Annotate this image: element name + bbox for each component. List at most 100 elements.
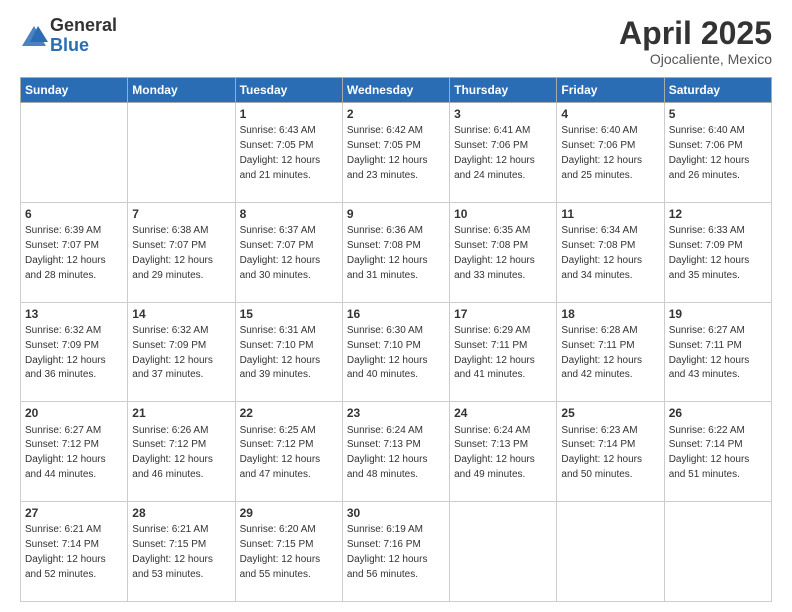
calendar-cell: 28 Sunrise: 6:21 AM Sunset: 7:15 PM Dayli…	[128, 502, 235, 602]
title-block: April 2025 Ojocaliente, Mexico	[619, 16, 772, 67]
day-number: 3	[454, 106, 552, 122]
day-number: 30	[347, 505, 445, 521]
weekday-header: Tuesday	[235, 78, 342, 103]
logo-icon	[20, 22, 48, 50]
calendar-cell: 8 Sunrise: 6:37 AM Sunset: 7:07 PM Daylig…	[235, 202, 342, 302]
calendar-cell: 27Sunrise: 6:21 AM Sunset: 7:14 PM Dayli…	[21, 502, 128, 602]
calendar-cell	[21, 103, 128, 203]
calendar-cell: 16 Sunrise: 6:30 AM Sunset: 7:10 PM Dayli…	[342, 302, 449, 402]
calendar-cell: 3Sunrise: 6:41 AM Sunset: 7:06 PM Daylig…	[450, 103, 557, 203]
day-info: Sunrise: 6:30 AM Sunset: 7:10 PM Dayligh…	[347, 325, 430, 381]
day-info: Sunrise: 6:38 AM Sunset: 7:07 PM Dayligh…	[132, 225, 215, 281]
day-info: Sunrise: 6:32 AM Sunset: 7:09 PM Dayligh…	[25, 325, 108, 381]
location: Ojocaliente, Mexico	[619, 51, 772, 67]
day-info: Sunrise: 6:33 AM Sunset: 7:09 PM Dayligh…	[669, 225, 752, 281]
calendar-cell: 1 Sunrise: 6:43 AM Sunset: 7:05 PM Daylig…	[235, 103, 342, 203]
day-info: Sunrise: 6:35 AM Sunset: 7:08 PM Dayligh…	[454, 225, 537, 281]
day-number: 24	[454, 405, 552, 421]
day-info: Sunrise: 6:24 AM Sunset: 7:13 PM Dayligh…	[454, 425, 537, 481]
day-info: Sunrise: 6:26 AM Sunset: 7:12 PM Dayligh…	[132, 425, 215, 481]
calendar-cell: 17Sunrise: 6:29 AM Sunset: 7:11 PM Dayli…	[450, 302, 557, 402]
day-number: 22	[240, 405, 338, 421]
day-info: Sunrise: 6:36 AM Sunset: 7:08 PM Dayligh…	[347, 225, 430, 281]
day-info: Sunrise: 6:29 AM Sunset: 7:11 PM Dayligh…	[454, 325, 537, 381]
calendar-cell: 6 Sunrise: 6:39 AM Sunset: 7:07 PM Daylig…	[21, 202, 128, 302]
day-number: 10	[454, 206, 552, 222]
calendar-week-row: 1 Sunrise: 6:43 AM Sunset: 7:05 PM Daylig…	[21, 103, 772, 203]
month-title: April 2025	[619, 16, 772, 51]
logo-general: General	[50, 16, 117, 36]
day-info: Sunrise: 6:23 AM Sunset: 7:14 PM Dayligh…	[561, 425, 644, 481]
calendar-cell: 18 Sunrise: 6:28 AM Sunset: 7:11 PM Dayli…	[557, 302, 664, 402]
day-number: 23	[347, 405, 445, 421]
day-info: Sunrise: 6:37 AM Sunset: 7:07 PM Dayligh…	[240, 225, 323, 281]
day-number: 18	[561, 306, 659, 322]
calendar-cell: 26Sunrise: 6:22 AM Sunset: 7:14 PM Dayli…	[664, 402, 771, 502]
day-number: 7	[132, 206, 230, 222]
calendar-cell: 25 Sunrise: 6:23 AM Sunset: 7:14 PM Dayli…	[557, 402, 664, 502]
day-info: Sunrise: 6:39 AM Sunset: 7:07 PM Dayligh…	[25, 225, 108, 281]
day-number: 20	[25, 405, 123, 421]
day-info: Sunrise: 6:19 AM Sunset: 7:16 PM Dayligh…	[347, 524, 430, 580]
weekday-header: Friday	[557, 78, 664, 103]
calendar-cell: 9 Sunrise: 6:36 AM Sunset: 7:08 PM Daylig…	[342, 202, 449, 302]
day-info: Sunrise: 6:34 AM Sunset: 7:08 PM Dayligh…	[561, 225, 644, 281]
calendar-cell: 23 Sunrise: 6:24 AM Sunset: 7:13 PM Dayli…	[342, 402, 449, 502]
calendar-cell: 19Sunrise: 6:27 AM Sunset: 7:11 PM Dayli…	[664, 302, 771, 402]
day-number: 16	[347, 306, 445, 322]
day-number: 8	[240, 206, 338, 222]
day-info: Sunrise: 6:27 AM Sunset: 7:11 PM Dayligh…	[669, 325, 752, 381]
weekday-header: Sunday	[21, 78, 128, 103]
day-info: Sunrise: 6:25 AM Sunset: 7:12 PM Dayligh…	[240, 425, 323, 481]
day-number: 13	[25, 306, 123, 322]
weekday-header: Monday	[128, 78, 235, 103]
calendar-cell: 11 Sunrise: 6:34 AM Sunset: 7:08 PM Dayli…	[557, 202, 664, 302]
calendar-cell: 21 Sunrise: 6:26 AM Sunset: 7:12 PM Dayli…	[128, 402, 235, 502]
calendar-week-row: 13 Sunrise: 6:32 AM Sunset: 7:09 PM Dayli…	[21, 302, 772, 402]
calendar-cell	[664, 502, 771, 602]
day-number: 5	[669, 106, 767, 122]
day-info: Sunrise: 6:43 AM Sunset: 7:05 PM Dayligh…	[240, 125, 323, 181]
calendar-cell: 13 Sunrise: 6:32 AM Sunset: 7:09 PM Dayli…	[21, 302, 128, 402]
day-number: 21	[132, 405, 230, 421]
logo-text: General Blue	[50, 16, 117, 56]
calendar-week-row: 6 Sunrise: 6:39 AM Sunset: 7:07 PM Daylig…	[21, 202, 772, 302]
calendar-cell	[450, 502, 557, 602]
day-number: 14	[132, 306, 230, 322]
calendar-cell: 10 Sunrise: 6:35 AM Sunset: 7:08 PM Dayli…	[450, 202, 557, 302]
calendar-cell: 4Sunrise: 6:40 AM Sunset: 7:06 PM Daylig…	[557, 103, 664, 203]
logo-blue: Blue	[50, 36, 117, 56]
calendar-cell: 14 Sunrise: 6:32 AM Sunset: 7:09 PM Dayli…	[128, 302, 235, 402]
day-info: Sunrise: 6:24 AM Sunset: 7:13 PM Dayligh…	[347, 425, 430, 481]
day-info: Sunrise: 6:40 AM Sunset: 7:06 PM Dayligh…	[669, 125, 752, 181]
weekday-header: Thursday	[450, 78, 557, 103]
day-info: Sunrise: 6:27 AM Sunset: 7:12 PM Dayligh…	[25, 425, 108, 481]
header: General Blue April 2025 Ojocaliente, Mex…	[20, 16, 772, 67]
day-number: 1	[240, 106, 338, 122]
day-number: 15	[240, 306, 338, 322]
day-info: Sunrise: 6:21 AM Sunset: 7:15 PM Dayligh…	[132, 524, 215, 580]
day-info: Sunrise: 6:31 AM Sunset: 7:10 PM Dayligh…	[240, 325, 323, 381]
calendar-week-row: 27Sunrise: 6:21 AM Sunset: 7:14 PM Dayli…	[21, 502, 772, 602]
day-number: 28	[132, 505, 230, 521]
day-number: 4	[561, 106, 659, 122]
weekday-header-row: SundayMondayTuesdayWednesdayThursdayFrid…	[21, 78, 772, 103]
day-info: Sunrise: 6:28 AM Sunset: 7:11 PM Dayligh…	[561, 325, 644, 381]
calendar-table: SundayMondayTuesdayWednesdayThursdayFrid…	[20, 77, 772, 602]
day-info: Sunrise: 6:22 AM Sunset: 7:14 PM Dayligh…	[669, 425, 752, 481]
day-number: 27	[25, 505, 123, 521]
day-number: 12	[669, 206, 767, 222]
calendar-cell	[557, 502, 664, 602]
weekday-header: Wednesday	[342, 78, 449, 103]
logo: General Blue	[20, 16, 117, 56]
calendar-cell: 20 Sunrise: 6:27 AM Sunset: 7:12 PM Dayli…	[21, 402, 128, 502]
day-number: 11	[561, 206, 659, 222]
day-info: Sunrise: 6:32 AM Sunset: 7:09 PM Dayligh…	[132, 325, 215, 381]
calendar-cell: 29Sunrise: 6:20 AM Sunset: 7:15 PM Dayli…	[235, 502, 342, 602]
calendar-cell: 12 Sunrise: 6:33 AM Sunset: 7:09 PM Dayli…	[664, 202, 771, 302]
day-number: 6	[25, 206, 123, 222]
day-number: 25	[561, 405, 659, 421]
day-number: 2	[347, 106, 445, 122]
day-number: 29	[240, 505, 338, 521]
day-number: 9	[347, 206, 445, 222]
